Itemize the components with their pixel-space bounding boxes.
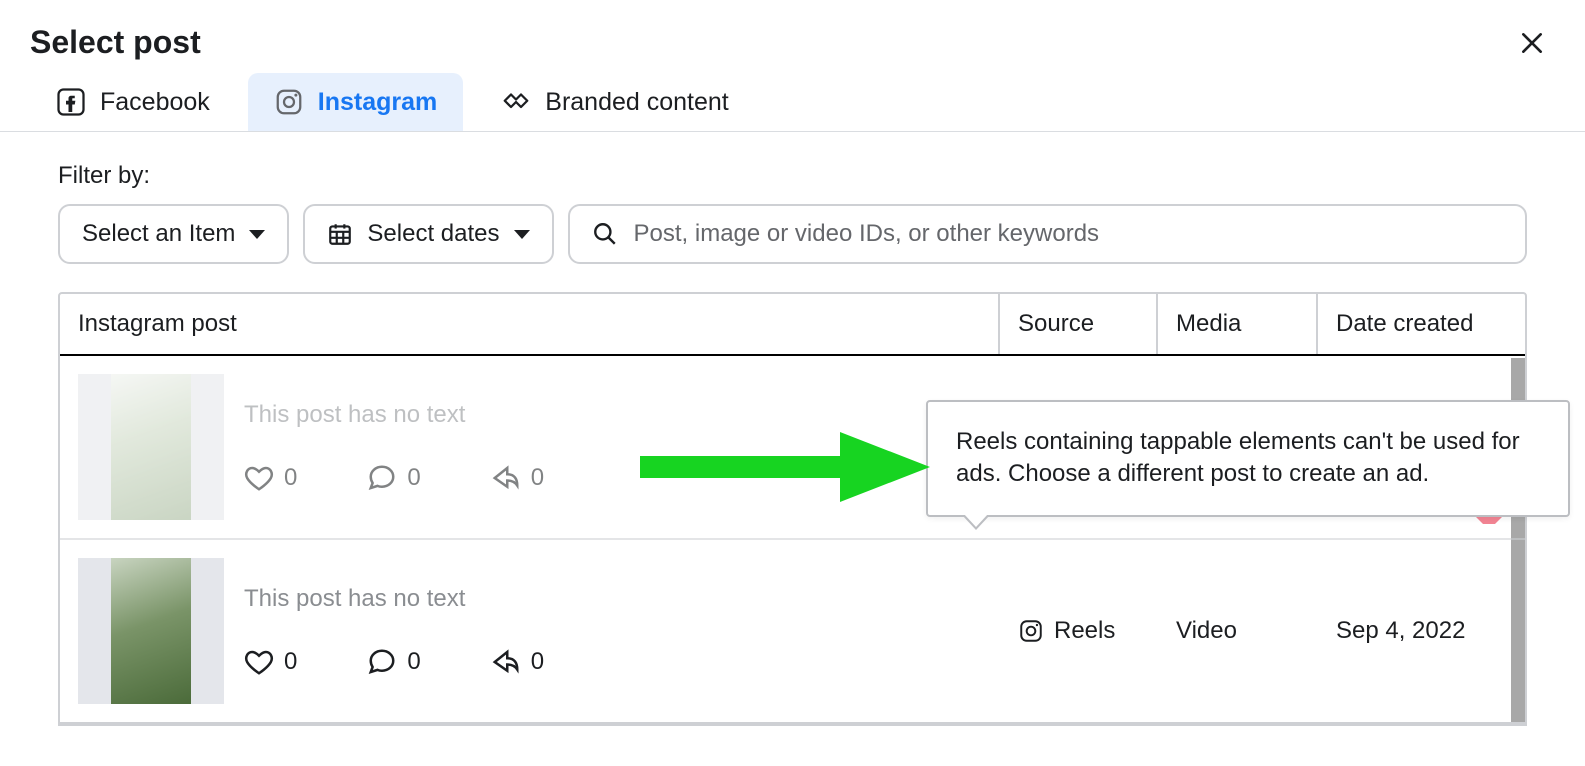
likes-stat: 0 [244,647,297,677]
facebook-icon [56,87,86,117]
cell-date: Sep 4, 2022 [1318,540,1525,722]
table-row[interactable]: This post has no text 0 0 0 [60,540,1525,724]
select-item-dropdown[interactable]: Select an Item [58,204,289,264]
comment-icon [367,463,397,493]
comment-icon [367,647,397,677]
select-dates-dropdown[interactable]: Select dates [303,204,553,264]
dialog-title: Select post [30,24,201,61]
col-header-media: Media [1158,294,1318,354]
post-thumbnail [78,374,224,520]
table-header: Instagram post Source Media Date created [60,294,1525,356]
calendar-icon [327,221,353,247]
arrow-right-icon [640,432,930,502]
tab-instagram[interactable]: Instagram [248,73,463,131]
share-icon [491,463,521,493]
post-text-placeholder: This post has no text [244,401,544,429]
comments-stat: 0 [367,463,420,493]
error-tooltip: Reels containing tappable elements can't… [926,400,1570,517]
search-box[interactable] [568,204,1527,264]
tab-facebook[interactable]: Facebook [30,73,236,131]
filter-by-label: Filter by: [58,162,1527,190]
post-text-placeholder: This post has no text [244,585,544,613]
tab-label: Instagram [318,88,437,117]
col-header-post: Instagram post [60,294,1000,354]
post-thumbnail [78,558,224,704]
annotation-arrow [640,432,930,502]
likes-stat: 0 [244,463,297,493]
search-input[interactable] [634,220,1503,248]
heart-icon [244,647,274,677]
col-header-date: Date created [1318,294,1525,354]
close-button[interactable] [1515,26,1549,60]
search-icon [592,221,618,247]
col-header-source: Source [1000,294,1158,354]
tab-branded-content[interactable]: Branded content [475,73,754,131]
shares-stat: 0 [491,463,544,493]
dropdown-label: Select dates [367,220,499,248]
cell-media: Video [1158,540,1318,722]
comments-stat: 0 [367,647,420,677]
cell-source: Reels [1000,540,1158,722]
chevron-down-icon [249,228,265,240]
shares-stat: 0 [491,647,544,677]
handshake-icon [501,87,531,117]
dropdown-label: Select an Item [82,220,235,248]
instagram-icon [274,87,304,117]
share-icon [491,647,521,677]
tab-label: Facebook [100,88,210,117]
close-icon [1519,30,1545,56]
instagram-icon [1018,618,1044,644]
tabs-bar: Facebook Instagram Branded content [0,73,1585,132]
chevron-down-icon [514,228,530,240]
tab-label: Branded content [545,88,728,117]
heart-icon [244,463,274,493]
